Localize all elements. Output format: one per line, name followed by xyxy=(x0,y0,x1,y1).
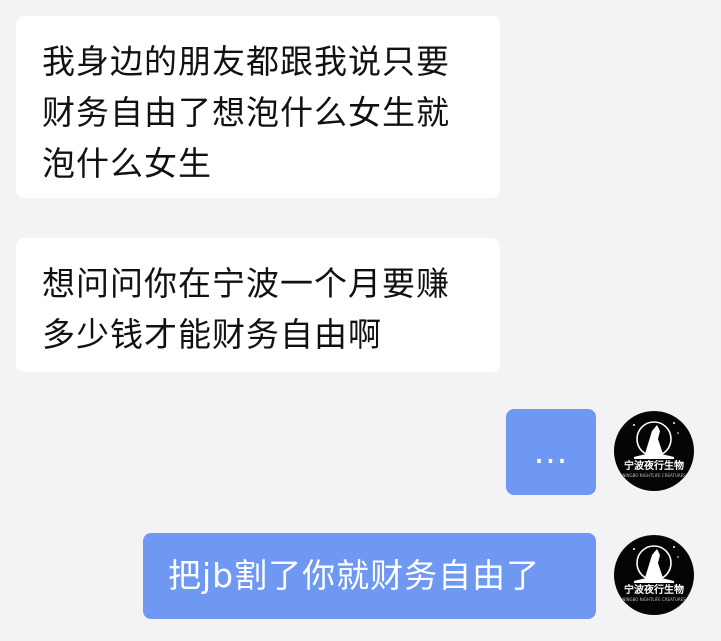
avatar-sub-text: NINGBO NIGHTLIFE CREATURES xyxy=(622,473,686,478)
incoming-message-bubble[interactable]: 我身边的朋友都跟我说只要 财务自由了想泡什么女生就 泡什么女生 xyxy=(16,16,500,198)
night-life-logo-icon xyxy=(633,545,679,583)
sender-avatar[interactable]: 宁波夜行生物 NINGBO NIGHTLIFE CREATURES xyxy=(614,535,694,615)
message-text-line: 我身边的朋友都跟我说只要 xyxy=(42,42,450,81)
avatar-brand-text: 宁波夜行生物 xyxy=(624,585,684,596)
avatar-brand-text: 宁波夜行生物 xyxy=(624,461,684,472)
message-text-line: 财务自由了想泡什么女生就 xyxy=(42,93,450,132)
outgoing-message-bubble[interactable]: ... xyxy=(506,409,596,495)
night-life-logo-icon xyxy=(633,421,679,459)
message-text: ... xyxy=(533,432,569,471)
message-text-line: 泡什么女生 xyxy=(42,144,212,183)
message-text-line: 多少钱才能财务自由啊 xyxy=(42,315,382,354)
message-text-line: 想问问你在宁波一个月要赚 xyxy=(42,264,450,303)
outgoing-message-bubble[interactable]: 把jb割了你就财务自由了 xyxy=(143,533,596,619)
sender-avatar[interactable]: 宁波夜行生物 NINGBO NIGHTLIFE CREATURES xyxy=(614,411,694,491)
avatar-sub-text: NINGBO NIGHTLIFE CREATURES xyxy=(622,597,686,602)
incoming-message-bubble[interactable]: 想问问你在宁波一个月要赚 多少钱才能财务自由啊 xyxy=(16,238,500,372)
message-text: 把jb割了你就财务自由了 xyxy=(168,556,541,595)
